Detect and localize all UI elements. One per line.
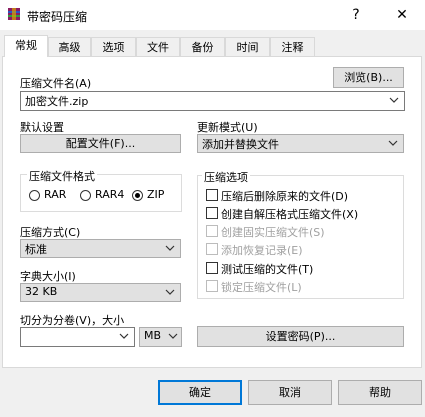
split-unit-select[interactable]: MB [139, 327, 182, 347]
help-icon: ? [352, 7, 360, 23]
chevron-down-icon [168, 333, 178, 339]
radio-rar-label: RAR [44, 188, 67, 201]
winrar-icon [8, 8, 20, 20]
ok-button[interactable]: 确定 [158, 380, 242, 405]
archive-name-value: 加密文件.zip [25, 95, 89, 108]
solid-archive-label: 创建固实压缩文件(S) [221, 226, 325, 239]
set-password-button[interactable]: 设置密码(P)... [197, 326, 404, 347]
tab-options[interactable]: 选项 [91, 37, 136, 56]
split-unit-value: MB [144, 329, 162, 342]
chevron-down-icon [165, 289, 175, 295]
update-mode-select[interactable]: 添加并替换文件 [197, 134, 404, 153]
tab-backup[interactable]: 备份 [180, 37, 225, 56]
radio-rar4[interactable] [80, 190, 91, 201]
dictionary-size-value: 32 KB [25, 285, 58, 298]
create-sfx-label: 创建自解压格式压缩文件(X) [221, 208, 359, 221]
radio-zip-label: ZIP [147, 188, 165, 201]
compression-method-value: 标准 [25, 243, 47, 256]
solid-archive-checkbox[interactable] [206, 225, 218, 237]
compression-options-group-title: 压缩选项 [202, 169, 250, 185]
tab-files[interactable]: 文件 [136, 37, 180, 56]
help-titlebar-button[interactable]: ? [333, 0, 379, 30]
tab-general[interactable]: 常规 [4, 35, 48, 57]
recovery-record-label: 添加恢复记录(E) [221, 244, 303, 257]
lock-archive-checkbox[interactable] [206, 280, 218, 292]
browse-button[interactable]: 浏览(B)... [333, 67, 404, 88]
update-mode-value: 添加并替换文件 [202, 138, 279, 151]
cancel-button[interactable]: 取消 [248, 380, 332, 405]
delete-after-label: 压缩后删除原来的文件(D) [221, 190, 349, 203]
dictionary-size-label: 字典大小(I) [20, 270, 76, 283]
delete-after-checkbox[interactable] [206, 189, 218, 201]
test-files-checkbox[interactable] [206, 262, 218, 274]
chevron-down-icon [388, 140, 398, 146]
lock-archive-label: 锁定压缩文件(L) [221, 281, 302, 294]
split-size-combobox[interactable] [20, 327, 135, 347]
tab-strip: 常规 高级 选项 文件 备份 时间 注释 [2, 35, 422, 57]
close-icon: ✕ [396, 7, 408, 23]
chevron-down-icon [119, 333, 129, 339]
tab-advanced[interactable]: 高级 [48, 37, 91, 56]
archive-name-combobox[interactable]: 加密文件.zip [20, 91, 405, 111]
archive-format-group-title: 压缩文件格式 [27, 168, 97, 184]
window-title: 带密码压缩 [27, 10, 88, 24]
recovery-record-checkbox[interactable] [206, 243, 218, 255]
tab-time[interactable]: 时间 [225, 37, 270, 56]
tab-comment[interactable]: 注释 [270, 37, 315, 56]
radio-rar[interactable] [29, 190, 40, 201]
radio-zip[interactable] [132, 190, 143, 201]
create-sfx-checkbox[interactable] [206, 207, 218, 219]
profiles-button[interactable]: 配置文件(F)... [20, 134, 181, 153]
chevron-down-icon [389, 97, 399, 103]
chevron-down-icon [165, 245, 175, 251]
dictionary-size-select[interactable]: 32 KB [20, 283, 181, 302]
split-volumes-label: 切分为分卷(V)，大小 [20, 314, 125, 327]
close-button[interactable]: ✕ [379, 0, 425, 30]
update-mode-label: 更新模式(U) [197, 121, 258, 134]
compression-method-label: 压缩方式(C) [20, 226, 81, 239]
default-settings-label: 默认设置 [20, 121, 64, 134]
radio-rar4-label: RAR4 [95, 188, 125, 201]
test-files-label: 测试压缩的文件(T) [221, 263, 314, 276]
archive-name-label: 压缩文件名(A) [20, 77, 92, 90]
compression-method-select[interactable]: 标准 [20, 239, 181, 258]
help-button[interactable]: 帮助 [338, 380, 422, 405]
